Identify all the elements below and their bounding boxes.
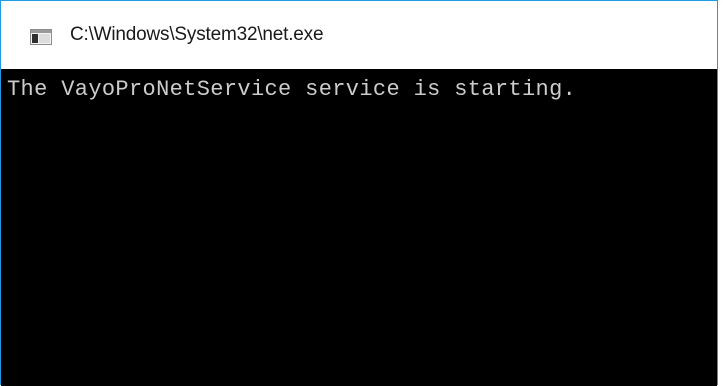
console-output-area[interactable]: The VayoProNetService service is startin… xyxy=(1,69,717,386)
console-line: The VayoProNetService service is startin… xyxy=(7,77,577,102)
window-title: C:\Windows\System32\net.exe xyxy=(70,24,324,45)
console-window-icon xyxy=(30,29,52,45)
title-bar[interactable]: C:\Windows\System32\net.exe xyxy=(1,1,717,69)
console-window: C:\Windows\System32\net.exe The VayoProN… xyxy=(0,0,718,386)
page-margin xyxy=(718,0,725,385)
